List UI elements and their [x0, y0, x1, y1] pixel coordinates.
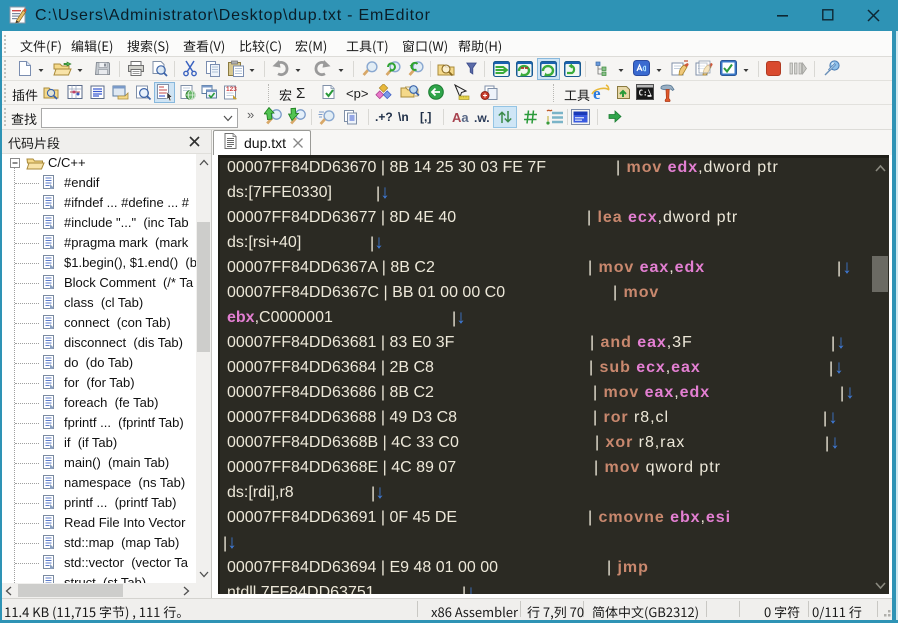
svg-text:123: 123 — [226, 86, 237, 93]
svg-text:e: e — [593, 84, 601, 102]
